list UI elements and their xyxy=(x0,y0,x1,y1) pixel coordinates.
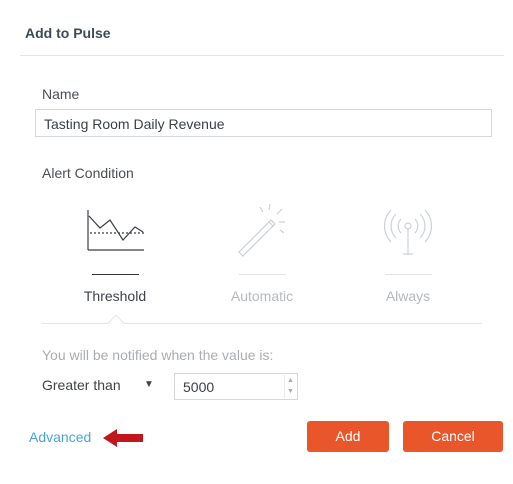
threshold-value-input[interactable]: 5000 ▲ ▼ xyxy=(174,373,298,400)
decrement-icon[interactable]: ▼ xyxy=(285,386,296,397)
always-underline xyxy=(385,274,432,275)
advanced-link[interactable]: Advanced xyxy=(29,429,91,445)
threshold-selected-underline xyxy=(92,274,139,275)
add-button[interactable]: Add xyxy=(307,421,389,452)
selected-option-pointer xyxy=(107,314,125,332)
cancel-button[interactable]: Cancel xyxy=(403,421,503,452)
annotation-arrow-icon xyxy=(103,429,143,447)
condition-option-label: Automatic xyxy=(230,288,294,304)
condition-option-label: Always xyxy=(385,288,431,304)
condition-option-automatic[interactable]: Automatic xyxy=(207,200,317,310)
name-input[interactable]: Tasting Room Daily Revenue xyxy=(35,109,492,137)
notify-text: You will be notified when the value is: xyxy=(42,347,274,363)
threshold-value: 5000 xyxy=(183,379,215,395)
caret-down-icon: ▼ xyxy=(144,379,154,390)
operator-dropdown[interactable]: Greater than ▼ xyxy=(42,377,154,397)
operator-value: Greater than xyxy=(42,377,121,393)
broadcast-antenna-icon xyxy=(353,200,463,270)
magic-wand-icon xyxy=(207,200,317,270)
dialog-title: Add to Pulse xyxy=(25,25,111,41)
threshold-chart-icon xyxy=(60,200,170,270)
increment-icon[interactable]: ▲ xyxy=(285,375,296,386)
condition-option-threshold[interactable]: Threshold xyxy=(60,200,170,310)
automatic-underline xyxy=(239,274,286,275)
add-to-pulse-dialog: Add to Pulse Name Tasting Room Daily Rev… xyxy=(0,0,513,484)
title-divider xyxy=(20,55,504,56)
number-spinner: ▲ ▼ xyxy=(284,375,296,398)
name-label: Name xyxy=(42,86,80,102)
alert-condition-label: Alert Condition xyxy=(42,165,134,181)
condition-option-label: Threshold xyxy=(83,288,147,304)
condition-option-always[interactable]: Always xyxy=(353,200,463,310)
